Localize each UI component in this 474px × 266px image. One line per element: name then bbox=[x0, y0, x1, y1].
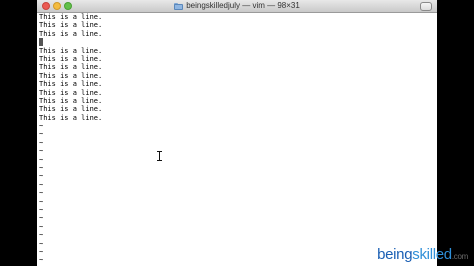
empty-line-marker: ~ bbox=[39, 130, 44, 139]
empty-line-marker: ~ bbox=[39, 189, 44, 198]
buffer-line: This is a line. bbox=[39, 80, 103, 89]
empty-line-marker: ~ bbox=[39, 239, 44, 248]
empty-line-marker: ~ bbox=[39, 214, 44, 223]
empty-line-marker: ~ bbox=[39, 155, 44, 164]
empty-line-marker: ~ bbox=[39, 256, 44, 265]
empty-line-marker: ~ bbox=[39, 197, 44, 206]
title-bar[interactable]: beingskilledjuly — vim — 98×31 bbox=[37, 0, 437, 13]
vim-cursor bbox=[39, 38, 43, 47]
folder-icon bbox=[174, 2, 184, 10]
buffer-line: This is a line. bbox=[39, 54, 103, 63]
buffer-line: This is a line. bbox=[39, 46, 103, 55]
window-title: beingskilledjuly — vim — 98×31 bbox=[186, 1, 300, 10]
window-title-group: beingskilledjuly — vim — 98×31 bbox=[37, 0, 437, 12]
buffer-line: This is a line. bbox=[39, 63, 103, 72]
buffer-line: This is a line. bbox=[39, 13, 103, 21]
buffer-line: This is a line. bbox=[39, 113, 103, 122]
empty-line-marker: ~ bbox=[39, 247, 44, 256]
toolbar-toggle-button[interactable] bbox=[420, 2, 432, 11]
watermark-part-domain: .com bbox=[451, 252, 468, 261]
empty-line-marker: ~ bbox=[39, 172, 44, 181]
terminal-window: beingskilledjuly — vim — 98×31 This is a… bbox=[37, 0, 437, 266]
buffer-line: This is a line. bbox=[39, 88, 103, 97]
empty-line-marker: ~ bbox=[39, 205, 44, 214]
buffer-line: This is a line. bbox=[39, 29, 103, 38]
text-cursor-icon bbox=[157, 151, 162, 161]
buffer-line: This is a line. bbox=[39, 21, 103, 30]
empty-line-marker: ~ bbox=[39, 138, 44, 147]
empty-line-marker: ~ bbox=[39, 164, 44, 173]
vim-buffer[interactable]: This is a line. This is a line. This is a … bbox=[39, 13, 435, 265]
buffer-line: This is a line. bbox=[39, 71, 103, 80]
buffer-line bbox=[39, 38, 435, 47]
empty-line-marker: ~ bbox=[39, 180, 44, 189]
empty-line-marker: ~ bbox=[39, 231, 44, 240]
watermark-part-being: being bbox=[377, 246, 413, 263]
empty-line-marker: ~ bbox=[39, 147, 44, 156]
empty-line-marker: ~ bbox=[39, 222, 44, 231]
watermark-part-skilled: skilled bbox=[412, 246, 452, 263]
buffer-line: This is a line. bbox=[39, 96, 103, 105]
buffer-line: This is a line. bbox=[39, 105, 103, 114]
watermark-logo: beingskilled.com bbox=[377, 246, 468, 263]
empty-line-marker: ~ bbox=[39, 122, 44, 131]
